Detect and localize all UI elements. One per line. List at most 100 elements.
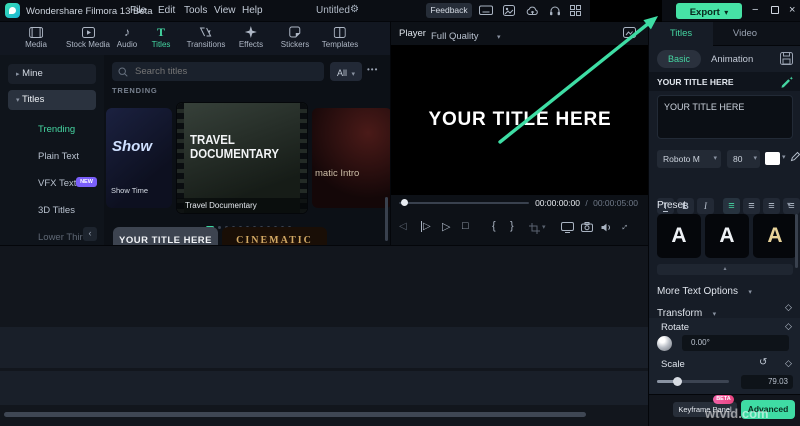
- tab-titles[interactable]: T Titles: [152, 25, 171, 49]
- align-right-button[interactable]: ≡: [763, 198, 780, 214]
- template-tile-cinematic[interactable]: CINEMATIC: [222, 227, 327, 245]
- menu-view[interactable]: View: [214, 5, 236, 16]
- menu-tools[interactable]: Tools: [184, 5, 207, 16]
- keyframe-diamond-icon[interactable]: ◇: [785, 302, 792, 313]
- title-text-input[interactable]: YOUR TITLE HERE: [657, 95, 793, 139]
- restore-button[interactable]: [771, 6, 779, 14]
- export-button[interactable]: Export ▾: [676, 3, 742, 19]
- chevron-down-icon[interactable]: ▾: [787, 200, 791, 209]
- font-color-swatch[interactable]: [765, 152, 780, 165]
- menu-file[interactable]: File: [130, 5, 146, 16]
- scale-slider-handle[interactable]: [673, 377, 682, 386]
- quality-dropdown[interactable]: Full Quality ▾: [431, 26, 500, 44]
- thumbnail-label: Show Time: [111, 186, 148, 195]
- sidebar-item-plain-text[interactable]: Plain Text: [38, 151, 79, 162]
- menu-edit[interactable]: Edit: [158, 5, 175, 16]
- tab-stock-media[interactable]: Stock Media: [66, 25, 110, 49]
- sidebar-group-titles[interactable]: ▾ Titles: [8, 90, 96, 110]
- chevron-down-icon[interactable]: ▾: [782, 153, 786, 161]
- preset-expander-bar[interactable]: ▴: [657, 264, 793, 275]
- align-left-button[interactable]: ≡: [723, 198, 740, 214]
- cloud-upload-icon[interactable]: [526, 5, 539, 16]
- titles-icon: T: [152, 25, 171, 39]
- preset-tile-1[interactable]: A: [657, 214, 701, 258]
- rotate-value-field[interactable]: 0.00°: [682, 335, 789, 351]
- feedback-button[interactable]: Feedback: [426, 3, 472, 18]
- filter-dropdown[interactable]: All ▾: [330, 62, 362, 81]
- tab-transitions[interactable]: Transitions: [187, 25, 226, 49]
- reset-icon[interactable]: ↺: [759, 357, 767, 368]
- template-thumbnail-show-time[interactable]: Show Show Time: [106, 108, 172, 208]
- rotate-knob[interactable]: [657, 336, 672, 351]
- template-thumbnail-travel-documentary[interactable]: TRAVEL DOCUMENTARY Travel Documentary: [176, 102, 308, 214]
- apps-grid-icon[interactable]: [570, 5, 581, 16]
- library-scrollbar[interactable]: [385, 197, 388, 241]
- subtab-animation[interactable]: Animation: [711, 54, 753, 65]
- tab-stickers[interactable]: Stickers: [281, 25, 309, 49]
- scale-value-field[interactable]: 79.03: [741, 375, 793, 389]
- close-button[interactable]: ×: [789, 3, 795, 17]
- search-input[interactable]: [133, 65, 303, 78]
- stop-button[interactable]: □: [462, 220, 469, 232]
- menu-help[interactable]: Help: [242, 5, 263, 16]
- new-badge: NEW: [76, 177, 97, 187]
- mirror-display-icon[interactable]: [561, 222, 574, 233]
- tab-effects[interactable]: Effects: [239, 25, 263, 49]
- template-tile-your-title-here[interactable]: YOUR TITLE HERE: [113, 227, 218, 245]
- previous-frame-button[interactable]: ◁: [399, 221, 407, 232]
- mark-in-button[interactable]: {: [492, 220, 496, 232]
- minimize-button[interactable]: −: [752, 3, 758, 17]
- collapse-sidebar-button[interactable]: ‹: [83, 227, 97, 241]
- snapshot-camera-icon[interactable]: [581, 222, 593, 232]
- mark-out-button[interactable]: }: [510, 220, 514, 232]
- stickers-icon: [281, 25, 309, 39]
- subtab-basic[interactable]: Basic: [657, 50, 701, 68]
- ai-write-icon[interactable]: [780, 75, 794, 88]
- align-justify-button[interactable]: ≡: [783, 198, 800, 214]
- preview-canvas[interactable]: YOUR TITLE HERE: [391, 45, 649, 195]
- tab-inspector-titles[interactable]: Titles: [649, 22, 713, 46]
- play-button[interactable]: ▷: [442, 220, 450, 233]
- step-forward-button[interactable]: ▷: [421, 221, 431, 232]
- sidebar-item-3d-titles[interactable]: 3D Titles: [38, 205, 75, 216]
- preset-tile-2[interactable]: A: [705, 214, 749, 258]
- chevron-down-icon[interactable]: ▾: [542, 223, 546, 231]
- preview-settings-icon[interactable]: [623, 27, 636, 38]
- tab-inspector-video[interactable]: Video: [713, 22, 777, 46]
- gear-icon[interactable]: ⚙: [350, 4, 359, 15]
- italic-button[interactable]: I: [697, 198, 714, 214]
- save-preset-icon[interactable]: [780, 52, 793, 65]
- tab-media[interactable]: Media: [25, 25, 47, 49]
- seek-handle[interactable]: [401, 199, 408, 206]
- font-size-dropdown[interactable]: 80 ▾: [727, 150, 760, 168]
- keyboard-shortcuts-icon[interactable]: [479, 5, 493, 16]
- template-thumbnail-cinematic-intro[interactable]: matic Intro: [312, 108, 390, 208]
- sidebar-item-vfx-text[interactable]: VFX Text: [38, 178, 76, 189]
- support-headset-icon[interactable]: [549, 5, 561, 16]
- inspector-scrollbar[interactable]: [795, 214, 798, 268]
- crop-preview-icon[interactable]: [529, 223, 540, 234]
- sidebar-item-trending[interactable]: Trending: [38, 124, 75, 135]
- fullscreen-icon[interactable]: ↔: [617, 219, 632, 234]
- beta-badge: BETA: [713, 395, 734, 404]
- more-text-options[interactable]: More Text Options ▾: [657, 281, 752, 299]
- preview-title-text: YOUR TITLE HERE: [428, 109, 611, 131]
- seek-bar[interactable]: [399, 202, 529, 204]
- timecode-separator: /: [585, 198, 587, 208]
- keyframe-diamond-icon[interactable]: ◇: [785, 321, 792, 332]
- volume-icon[interactable]: [600, 222, 612, 233]
- timeline-h-scrollbar[interactable]: [4, 412, 586, 417]
- tab-templates[interactable]: Templates: [322, 25, 358, 49]
- align-center-button[interactable]: ≡: [743, 198, 760, 214]
- preset-tile-3[interactable]: A: [753, 214, 797, 258]
- eyedropper-icon[interactable]: [790, 151, 800, 164]
- chevron-down-icon: ▾: [713, 311, 717, 318]
- more-options-icon[interactable]: •••: [367, 65, 378, 74]
- keyframe-diamond-icon[interactable]: ◇: [785, 358, 792, 369]
- media-import-icon[interactable]: [503, 5, 515, 16]
- font-family-dropdown[interactable]: Roboto M ▾: [657, 150, 721, 168]
- app-logo-icon: [5, 3, 20, 18]
- sidebar-group-mine[interactable]: ▸ Mine: [8, 64, 96, 84]
- search-bar[interactable]: [112, 62, 324, 81]
- tab-audio[interactable]: ♪ Audio: [117, 25, 137, 49]
